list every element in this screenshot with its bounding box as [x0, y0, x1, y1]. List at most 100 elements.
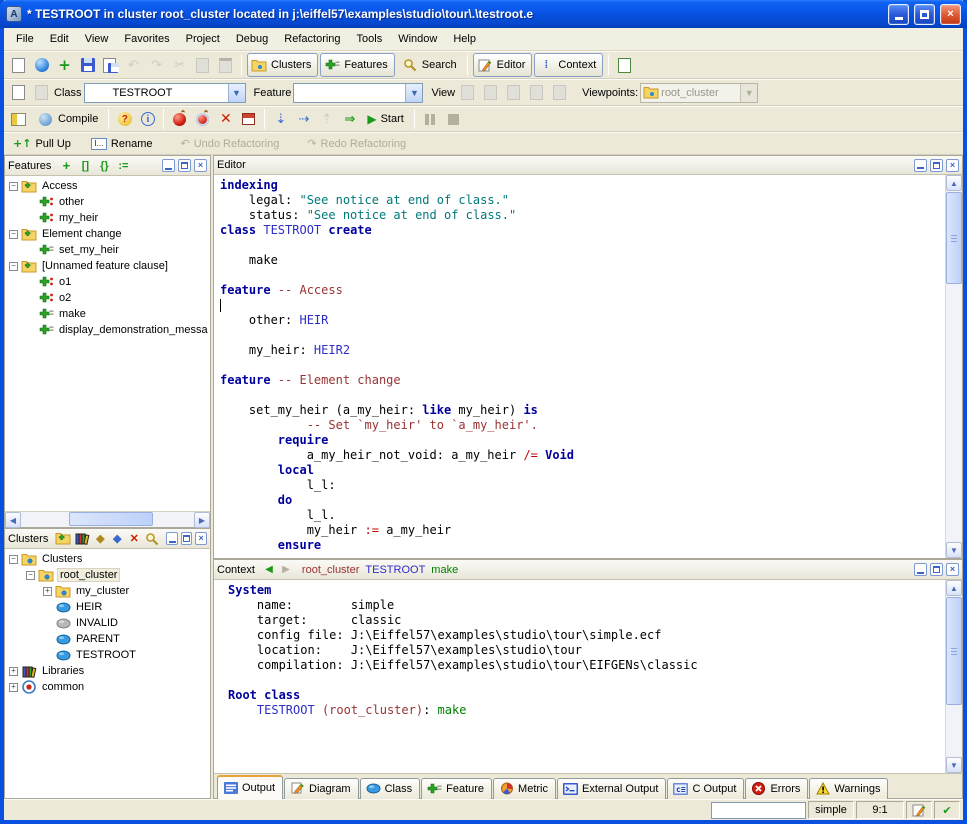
- menu-debug[interactable]: Debug: [228, 30, 276, 48]
- view-clickable-icon[interactable]: [480, 82, 501, 103]
- clusters-tree-row[interactable]: TESTROOT: [5, 647, 210, 663]
- collapse-box[interactable]: −: [9, 230, 18, 239]
- panel-close-button[interactable]: ×: [194, 159, 207, 172]
- clusters-tree-row[interactable]: −root_cluster: [5, 567, 210, 583]
- minimize-button[interactable]: [888, 4, 909, 25]
- features-tree-row[interactable]: make: [5, 306, 210, 322]
- scrollbar-thumb[interactable]: [946, 597, 962, 705]
- external-editor-icon[interactable]: ↵: [614, 55, 635, 76]
- redo-refactoring-button[interactable]: ↷ Redo Refactoring: [302, 133, 411, 155]
- collapse-box[interactable]: −: [26, 571, 35, 580]
- expand-box[interactable]: +: [9, 667, 18, 676]
- context-vertical-scrollbar[interactable]: ▲ ▼: [945, 580, 962, 773]
- menu-window[interactable]: Window: [390, 30, 445, 48]
- menu-help[interactable]: Help: [445, 30, 484, 48]
- clusters-tree-row[interactable]: +Libraries: [5, 663, 210, 679]
- breadcrumb-item[interactable]: TESTROOT: [365, 564, 425, 576]
- panel-minimize-button[interactable]: [914, 159, 927, 172]
- scrollbar-thumb[interactable]: [69, 512, 153, 526]
- status-check-cell[interactable]: ✔: [934, 801, 960, 819]
- view-interface-icon[interactable]: [549, 82, 570, 103]
- history-back-icon[interactable]: ◀: [262, 563, 276, 577]
- start-button[interactable]: ▶ Start: [362, 108, 408, 130]
- tab-feature[interactable]: Feature: [421, 778, 492, 799]
- search-tool-button[interactable]: Search: [397, 54, 462, 76]
- add-item-icon[interactable]: ◆: [110, 531, 124, 546]
- features-tree-row[interactable]: set_my_heir: [5, 242, 210, 258]
- new-cluster-icon[interactable]: [55, 531, 71, 546]
- melt-question-icon[interactable]: ?: [114, 109, 135, 130]
- status-edit-cell[interactable]: [906, 801, 932, 819]
- features-tree-row[interactable]: o2: [5, 290, 210, 306]
- save-icon[interactable]: [77, 55, 98, 76]
- expand-box[interactable]: +: [9, 683, 18, 692]
- features-tool-button[interactable]: Features: [320, 53, 394, 77]
- features-tree-row[interactable]: −Element change: [5, 226, 210, 242]
- features-tree-row[interactable]: o1: [5, 274, 210, 290]
- clusters-tree-row[interactable]: HEIR: [5, 599, 210, 615]
- menu-project[interactable]: Project: [178, 30, 228, 48]
- tab-errors[interactable]: Errors: [745, 778, 808, 799]
- scroll-left-icon[interactable]: ◀: [5, 512, 21, 528]
- clusters-tool-button[interactable]: Clusters: [247, 53, 318, 77]
- chevron-down-icon[interactable]: ▼: [405, 84, 422, 102]
- menu-edit[interactable]: Edit: [42, 30, 77, 48]
- collapse-box[interactable]: −: [9, 262, 18, 271]
- editor-code-area[interactable]: indexing legal: "See notice at end of cl…: [214, 175, 945, 558]
- paste-icon[interactable]: [215, 55, 236, 76]
- features-tree-row[interactable]: −[Unnamed feature clause]: [5, 258, 210, 274]
- tab-class[interactable]: Class: [360, 778, 421, 799]
- features-tree-row[interactable]: my_heir: [5, 210, 210, 226]
- menu-favorites[interactable]: Favorites: [116, 30, 177, 48]
- disable-breakpoints-icon[interactable]: [192, 109, 213, 130]
- toggle-signature-icon[interactable]: []: [77, 158, 93, 173]
- maximize-button[interactable]: [914, 4, 935, 25]
- cut-icon[interactable]: ✂: [169, 55, 190, 76]
- panel-maximize-button[interactable]: [181, 532, 193, 545]
- breadcrumb-item[interactable]: root_cluster: [302, 564, 359, 576]
- clusters-tree-row[interactable]: −Clusters: [5, 551, 210, 567]
- editor-vertical-scrollbar[interactable]: ▲ ▼: [945, 175, 962, 558]
- chevron-down-icon[interactable]: ▼: [228, 84, 245, 102]
- search-icon[interactable]: [144, 531, 160, 546]
- enable-breakpoints-icon[interactable]: [169, 109, 190, 130]
- panel-minimize-button[interactable]: [162, 159, 175, 172]
- tab-external-output[interactable]: External Output: [557, 778, 666, 799]
- panel-close-button[interactable]: ×: [946, 563, 959, 576]
- menu-file[interactable]: File: [8, 30, 42, 48]
- scroll-up-icon[interactable]: ▲: [946, 580, 962, 596]
- remove-item-icon[interactable]: ◆: [93, 531, 107, 546]
- remove-breakpoints-icon[interactable]: ✕: [215, 109, 236, 130]
- features-tree-row[interactable]: other: [5, 194, 210, 210]
- pull-up-button[interactable]: +↑ Pull Up: [8, 133, 76, 155]
- viewpoints-combobox[interactable]: root_cluster ▼: [640, 83, 758, 103]
- clusters-tree-row[interactable]: +common: [5, 679, 210, 695]
- clusters-tree-row[interactable]: INVALID: [5, 615, 210, 631]
- expand-box[interactable]: +: [43, 587, 52, 596]
- stop-icon[interactable]: [443, 109, 464, 130]
- compile-button[interactable]: Compile: [31, 108, 103, 130]
- tab-c-output[interactable]: c≡C Output: [667, 778, 744, 799]
- title-bar[interactable]: A * TESTROOT in cluster root_cluster loc…: [0, 0, 967, 28]
- view-contracts-icon[interactable]: [526, 82, 547, 103]
- debug-window-icon[interactable]: [238, 109, 259, 130]
- add-class-icon[interactable]: +: [54, 55, 75, 76]
- collapse-box[interactable]: −: [9, 555, 18, 564]
- menu-tools[interactable]: Tools: [349, 30, 391, 48]
- panel-maximize-button[interactable]: [930, 563, 943, 576]
- history-forward-icon[interactable]: ▶: [279, 563, 293, 577]
- pause-icon[interactable]: [420, 109, 441, 130]
- scroll-down-icon[interactable]: ▼: [946, 757, 962, 773]
- view-basic-icon[interactable]: [457, 82, 478, 103]
- clusters-tree-row[interactable]: +my_cluster: [5, 583, 210, 599]
- class-history-icon[interactable]: ↩: [8, 82, 29, 103]
- scroll-down-icon[interactable]: ▼: [946, 542, 962, 558]
- collapse-box[interactable]: −: [9, 182, 18, 191]
- tab-diagram[interactable]: Diagram: [284, 778, 359, 799]
- panel-minimize-button[interactable]: [914, 563, 927, 576]
- step-over-icon[interactable]: ⇢: [293, 109, 314, 130]
- redo-icon[interactable]: ↷: [146, 55, 167, 76]
- menu-view[interactable]: View: [77, 30, 117, 48]
- panel-close-button[interactable]: ×: [946, 159, 959, 172]
- panel-minimize-button[interactable]: [166, 532, 178, 545]
